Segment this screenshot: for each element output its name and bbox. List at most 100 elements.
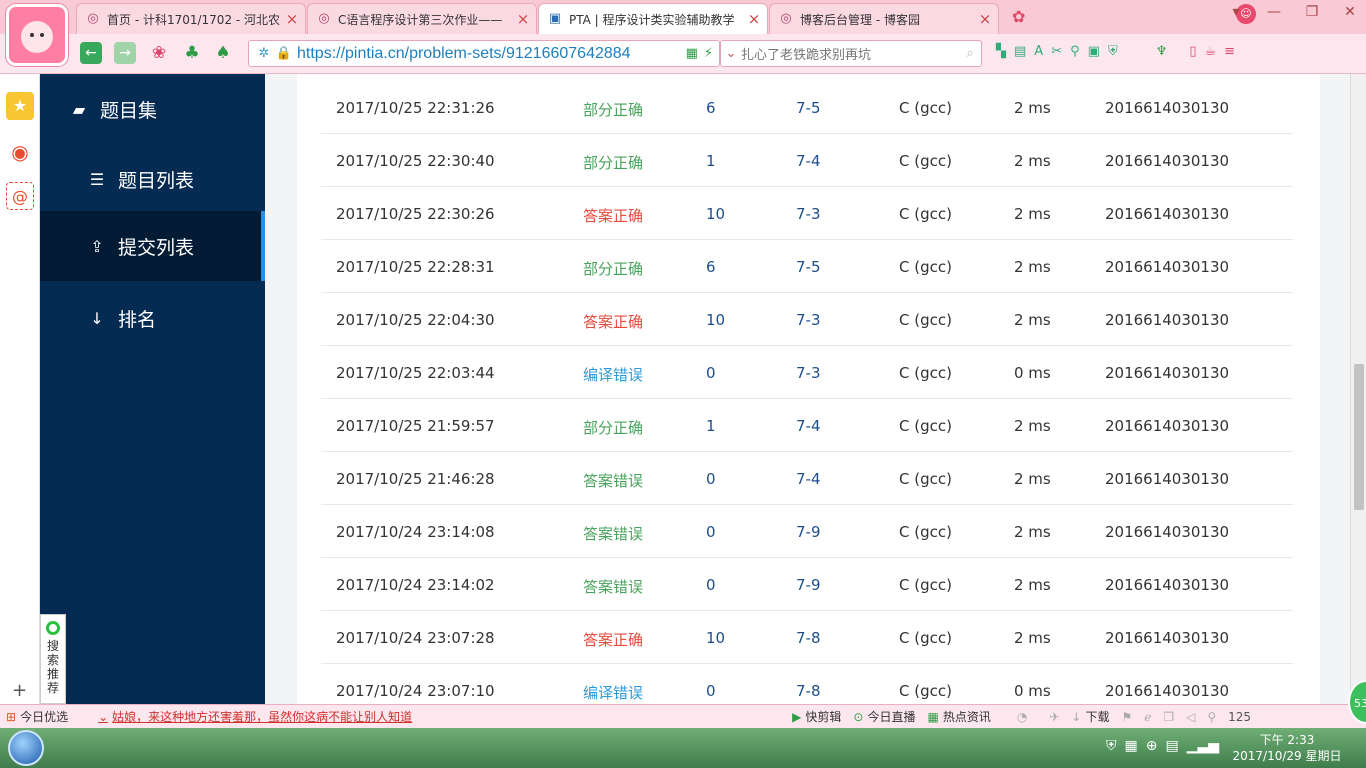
problem-link[interactable]: 7-3 <box>796 311 821 329</box>
nav-item-label: 排名 <box>118 308 157 331</box>
cactus-icon[interactable]: ♆ <box>1156 44 1168 59</box>
plus-circle-icon[interactable]: ⊕ <box>1146 738 1158 754</box>
volume-icon[interactable]: ◁ <box>1186 710 1195 724</box>
judge-status[interactable]: 答案错误 <box>583 470 643 491</box>
weibo-icon[interactable]: ◉ <box>6 138 34 166</box>
search-input[interactable]: 扎心了老铁跪求别再坑 <box>741 44 959 63</box>
submit-time: 2017/10/24 23:14:08 <box>336 523 495 541</box>
close-icon[interactable]: × <box>976 10 994 28</box>
judge-status[interactable]: 编译错误 <box>583 364 643 385</box>
nav-item-problem-list[interactable]: ☰ 题目列表 <box>40 144 265 214</box>
pin-icon[interactable]: ✈ <box>1049 710 1059 724</box>
tab-home[interactable]: ◎ 首页 - 计科1701/1702 - 河北农 × <box>76 3 306 34</box>
problem-link[interactable]: 7-4 <box>796 470 821 488</box>
add-icon[interactable]: + <box>12 680 27 701</box>
close-icon[interactable]: × <box>514 10 532 28</box>
forward-icon[interactable]: → <box>114 42 136 64</box>
judge-status[interactable]: 答案正确 <box>583 205 643 226</box>
problem-link[interactable]: 7-8 <box>796 629 821 647</box>
problem-link[interactable]: 7-3 <box>796 364 821 382</box>
judge-status[interactable]: 部分正确 <box>583 99 643 120</box>
browser-icon[interactable]: ◔ <box>1017 710 1027 724</box>
settings-icon[interactable]: ✲ <box>255 46 273 61</box>
problem-link[interactable]: 7-4 <box>796 152 821 170</box>
search-icon[interactable]: ⌕ <box>959 46 981 61</box>
lightning-icon[interactable]: ⚡ <box>704 46 713 61</box>
today-pick-label: 今日优选 <box>20 710 69 724</box>
system-clock[interactable]: 下午 2:33 2017/10/29 星期日 <box>1232 732 1342 764</box>
scrollbar-thumb[interactable] <box>1354 364 1364 510</box>
tulip-icon[interactable]: ❀ <box>148 42 170 64</box>
judge-status[interactable]: 答案错误 <box>583 523 643 544</box>
close-icon[interactable]: × <box>745 10 763 28</box>
today-live[interactable]: ⊙ 今日直播 <box>853 708 915 725</box>
url-text[interactable]: https://pintia.cn/problem-sets/912166076… <box>297 45 686 63</box>
qr-code-icon[interactable]: ▦ <box>686 46 698 61</box>
tab-pta[interactable]: ▣ PTA | 程序设计类实验辅助教学 × <box>538 3 768 34</box>
judge-status[interactable]: 答案正确 <box>583 629 643 650</box>
problem-link[interactable]: 7-9 <box>796 576 821 594</box>
favorites-star-icon[interactable]: ★ <box>6 92 34 120</box>
quick-clip[interactable]: ▶ 快剪辑 <box>792 708 841 725</box>
search-box[interactable]: ⌄ 扎心了老铁跪求别再坑 ⌕ <box>720 40 982 67</box>
signal-icon[interactable]: ▁▃▅ <box>1187 738 1219 754</box>
compiler: C (gcc) <box>899 205 952 223</box>
judge-status[interactable]: 答案正确 <box>583 311 643 332</box>
judge-status[interactable]: 答案错误 <box>583 576 643 597</box>
teapot-icon[interactable]: ☕ <box>1205 44 1217 59</box>
start-button-icon[interactable] <box>8 730 44 766</box>
minimize-icon[interactable]: — <box>1262 4 1286 20</box>
nav-item-submission-list[interactable]: ⇪ 提交列表 <box>40 211 265 281</box>
close-icon[interactable]: × <box>283 10 301 28</box>
menu-icon[interactable]: ≡ <box>1224 44 1235 59</box>
new-tab-flower-icon[interactable]: ✿ <box>1012 7 1025 26</box>
back-icon[interactable]: ← <box>80 42 102 64</box>
judge-status[interactable]: 部分正确 <box>583 152 643 173</box>
restore-icon[interactable]: ❐ <box>1300 4 1324 20</box>
nav-item-ranking[interactable]: ↓ 排名 <box>40 283 265 353</box>
close-window-icon[interactable]: ✕ <box>1338 4 1362 20</box>
zoom-level[interactable]: 125 <box>1228 710 1251 724</box>
translate-icon[interactable]: A <box>1034 44 1043 59</box>
judge-status[interactable]: 部分正确 <box>583 258 643 279</box>
screenshot-icon[interactable]: ✂ <box>1051 44 1062 59</box>
phone-icon[interactable]: ▯ <box>1189 44 1196 59</box>
problem-link[interactable]: 7-8 <box>796 682 821 700</box>
skin-icon[interactable]: ▾ <box>1224 4 1248 20</box>
tab-assignment[interactable]: ◎ C语言程序设计第三次作业—— × <box>307 3 537 34</box>
window-icon[interactable]: ❐ <box>1163 710 1174 724</box>
today-pick[interactable]: ⊞ 今日优选 <box>6 708 68 725</box>
network-app-icon[interactable]: ▦ <box>1125 738 1138 754</box>
shield-icon[interactable]: ⛨ <box>1108 44 1118 59</box>
problem-link[interactable]: 7-3 <box>796 205 821 223</box>
reader-icon[interactable]: ▤ <box>1014 44 1026 59</box>
cake-icon[interactable]: ♠ <box>212 42 234 64</box>
problem-link[interactable]: 7-5 <box>796 99 821 117</box>
hot-news[interactable]: ▦ 热点资讯 <box>927 708 990 725</box>
problem-link[interactable]: 7-4 <box>796 417 821 435</box>
ie-icon[interactable]: ℯ <box>1144 710 1151 724</box>
page-scrollbar[interactable] <box>1350 74 1366 704</box>
browser-logo[interactable] <box>6 4 68 66</box>
search-recommend-widget[interactable]: 搜索推荐 <box>40 614 66 704</box>
zoom-icon[interactable]: ⚲ <box>1207 710 1216 724</box>
tab-blog-admin[interactable]: ◎ 博客后台管理 - 博客园 × <box>769 3 999 34</box>
problem-link[interactable]: 7-5 <box>796 258 821 276</box>
chevron-down-icon[interactable]: ⌄ <box>721 46 741 61</box>
tree-icon[interactable]: ♣ <box>181 42 203 64</box>
clipboard-icon[interactable]: ▤ <box>1165 738 1178 754</box>
email-icon[interactable]: @ <box>6 182 34 210</box>
apps-icon[interactable]: ▚ <box>996 44 1006 59</box>
judge-status[interactable]: 编译错误 <box>583 682 643 703</box>
judge-status[interactable]: 部分正确 <box>583 417 643 438</box>
ad-link[interactable]: ⌄ 姑娘，来这种地方还害羞那，虽然你这病不能让别人知道 <box>98 708 412 725</box>
address-bar[interactable]: ✲ 🔒 https://pintia.cn/problem-sets/91216… <box>248 40 720 67</box>
image-icon[interactable]: ▣ <box>1088 44 1100 59</box>
sort-icon: ↓ <box>90 308 104 328</box>
find-icon[interactable]: ⚲ <box>1070 44 1080 59</box>
nav-title[interactable]: ▰ 题目集 <box>40 74 265 144</box>
download[interactable]: ↓ 下载 <box>1071 708 1109 725</box>
security-shield-icon[interactable]: ⛨ <box>1106 738 1117 754</box>
problem-link[interactable]: 7-9 <box>796 523 821 541</box>
flag-icon[interactable]: ⚑ <box>1121 710 1132 724</box>
